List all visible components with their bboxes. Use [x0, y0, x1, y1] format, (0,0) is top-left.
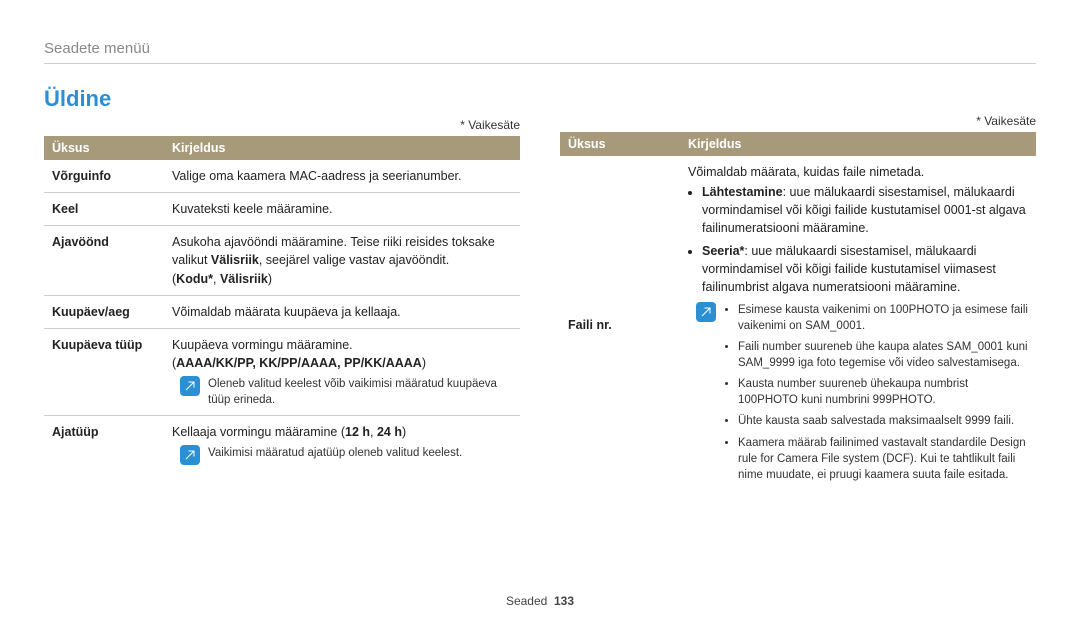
left-column: Üldine * Vaikesäte Üksus Kirjeldus Võrgu… [44, 86, 520, 495]
right-column: * Vaikesäte Üksus Kirjeldus Faili nr. Võ… [560, 86, 1036, 495]
unit-cell: Keel [44, 193, 164, 226]
desc-cell: Võimaldab määrata, kuidas faile nimetada… [680, 156, 1036, 495]
note-icon [180, 445, 200, 465]
unit-cell: Kuupäev/aeg [44, 295, 164, 328]
note-text: Vaikimisi määratud ajatüüp oleneb valitu… [208, 445, 462, 461]
desc-cell: Valige oma kaamera MAC-aadress ja seeria… [164, 160, 520, 193]
table-row: Ajatüüp Kellaaja vormingu määramine (12 … [44, 416, 520, 473]
th-unit: Üksus [44, 136, 164, 160]
unit-cell: Ajavöönd [44, 226, 164, 295]
breadcrumb: Seadete menüü [44, 40, 1036, 64]
right-table: Üksus Kirjeldus Faili nr. Võimaldab määr… [560, 132, 1036, 495]
desc-cell: Kuvateksti keele määramine. [164, 193, 520, 226]
left-table: Üksus Kirjeldus Võrguinfo Valige oma kaa… [44, 136, 520, 472]
table-row: Võrguinfo Valige oma kaamera MAC-aadress… [44, 160, 520, 193]
unit-cell: Faili nr. [560, 156, 680, 495]
th-desc: Kirjeldus [680, 132, 1036, 156]
unit-cell: Võrguinfo [44, 160, 164, 193]
table-row: Ajavöönd Asukoha ajavööndi määramine. Te… [44, 226, 520, 295]
page-footer: Seaded 133 [0, 594, 1080, 608]
table-row: Kuupäeva tüüp Kuupäeva vormingu määramin… [44, 328, 520, 415]
note-icon [696, 302, 716, 322]
desc-cell: Kellaaja vormingu määramine (12 h, 24 h)… [164, 416, 520, 473]
page-title: Üldine [44, 86, 520, 112]
unit-cell: Ajatüüp [44, 416, 164, 473]
unit-cell: Kuupäeva tüüp [44, 328, 164, 415]
table-row: Keel Kuvateksti keele määramine. [44, 193, 520, 226]
table-row: Faili nr. Võimaldab määrata, kuidas fail… [560, 156, 1036, 495]
desc-cell: Kuupäeva vormingu määramine. (AAAA/KK/PP… [164, 328, 520, 415]
note-text: Oleneb valitud keelest võib vaikimisi mä… [208, 376, 512, 408]
th-desc: Kirjeldus [164, 136, 520, 160]
desc-cell: Võimaldab määrata kuupäeva ja kellaaja. [164, 295, 520, 328]
th-unit: Üksus [560, 132, 680, 156]
note-text: Esimese kausta vaikenimi on 100PHOTO ja … [724, 302, 1028, 488]
default-note-left: * Vaikesäte [44, 118, 520, 132]
desc-cell: Asukoha ajavööndi määramine. Teise riiki… [164, 226, 520, 295]
note-icon [180, 376, 200, 396]
default-note-right: * Vaikesäte [560, 114, 1036, 128]
table-row: Kuupäev/aeg Võimaldab määrata kuupäeva j… [44, 295, 520, 328]
